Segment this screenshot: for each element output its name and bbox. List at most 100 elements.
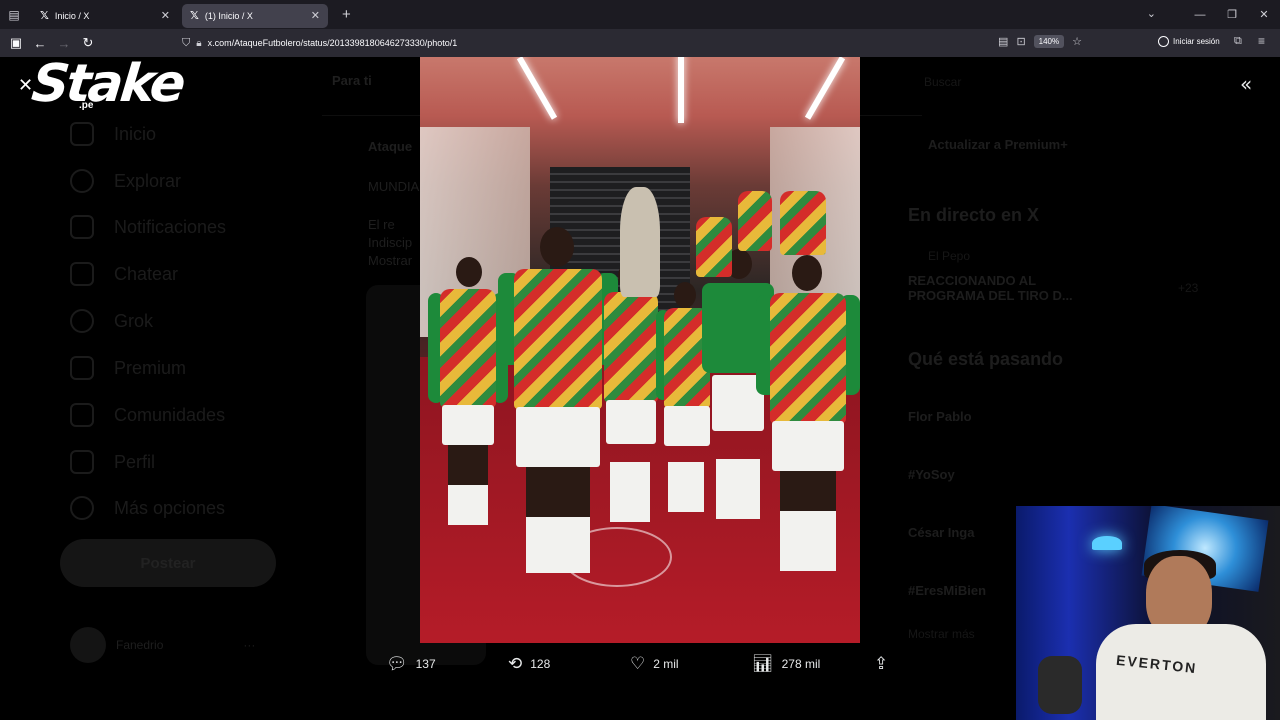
more-icon: ···: [243, 638, 256, 652]
close-tab-icon[interactable]: ✕: [311, 9, 320, 22]
more-icon: [70, 496, 94, 520]
lock-icon[interactable]: 🔒︎: [196, 38, 201, 49]
player: [738, 181, 772, 261]
player-jersey: [440, 289, 496, 407]
trend-item: Flor Pablo: [908, 409, 972, 424]
player-jersey: [738, 191, 772, 251]
reply-count: 137: [415, 657, 436, 671]
account-icon: [1158, 36, 1169, 47]
player-legs: [780, 471, 836, 511]
menu-icon[interactable]: ≡: [1258, 34, 1265, 48]
stake-logo-suffix: .pe: [79, 100, 94, 111]
new-tab-button[interactable]: +: [342, 6, 351, 23]
sign-in-button[interactable]: Iniciar sesión: [1158, 36, 1220, 47]
views-button[interactable]: 📊︎ 278 mil: [752, 654, 820, 674]
url-bar-actions: ▤ ⊡ 140% ☆: [998, 35, 1082, 48]
sidebar-item-mas-opciones: Más opciones: [70, 488, 225, 528]
player: [428, 257, 508, 547]
staff-member: [620, 187, 660, 297]
player-jersey: [696, 217, 732, 277]
forward-button[interactable]: →: [52, 36, 76, 51]
sidebar-item-perfil: Perfil: [70, 442, 155, 482]
player-socks: [448, 485, 488, 525]
people-icon: [70, 403, 94, 427]
reply-icon: 💬︎: [386, 654, 408, 674]
ceiling-lamp: [1092, 536, 1122, 550]
sidebar-item-label: Perfil: [114, 451, 156, 472]
post-photo: [420, 57, 860, 643]
microphone: [1038, 656, 1082, 714]
player: [598, 262, 664, 532]
repost-button[interactable]: ⟲ 128: [508, 654, 550, 674]
reload-button[interactable]: ↻: [76, 35, 100, 51]
view-count: 278 mil: [781, 657, 821, 671]
tab-overview-icon[interactable]: ▤: [0, 0, 28, 29]
player: [756, 255, 860, 585]
player-jersey: [780, 191, 826, 255]
sidebar-item-chatear: Chatear: [70, 254, 178, 294]
sidebar-item-label: Comunidades: [114, 404, 226, 425]
sidebar-item-grok: Grok: [70, 301, 153, 341]
player-socks: [716, 459, 760, 519]
player-head: [674, 282, 696, 308]
player-shorts: [442, 405, 494, 445]
live-host: El Pepo: [928, 249, 971, 263]
sidebar-item-label: Grok: [114, 310, 154, 331]
zoom-level[interactable]: 140%: [1033, 35, 1065, 48]
window-controls: — ❐ ✕: [1184, 0, 1280, 29]
repost-count: 128: [530, 657, 551, 671]
shield-icon[interactable]: ⛉: [182, 37, 190, 50]
player-shorts: [516, 407, 600, 467]
reply-button[interactable]: 💬︎ 137: [386, 654, 436, 674]
search-input: Buscar: [924, 75, 962, 89]
url-text[interactable]: x.com/AtaqueFutbolero/status/20133981806…: [208, 38, 458, 48]
sidebar-item-label: Explorar: [114, 170, 182, 191]
reader-view-icon[interactable]: ▤: [998, 35, 1008, 48]
share-icon: ⇪: [874, 654, 889, 674]
list-all-tabs-icon[interactable]: ⌄: [1147, 7, 1156, 20]
account-switcher: Fanedrio ···: [70, 627, 255, 663]
live-text: REACCIONANDO AL PROGRAMA DEL TIRO D...: [908, 273, 1073, 303]
webcam-overlay: EVERTON: [1016, 506, 1280, 720]
tab-inicio-active[interactable]: 𝕏 (1) Inicio / X ✕: [182, 3, 328, 28]
bell-icon: [70, 215, 94, 239]
player-shorts: [606, 400, 656, 444]
sidebar-toggle-icon[interactable]: ▣: [4, 35, 28, 51]
restore-icon[interactable]: ❐: [1216, 8, 1248, 21]
player-legs: [526, 467, 590, 517]
extensions-icon[interactable]: ⧉: [1234, 35, 1242, 48]
x-favicon-icon: 𝕏: [190, 9, 199, 22]
mail-icon: [70, 262, 94, 286]
player-socks: [610, 462, 650, 522]
player-jersey: [514, 269, 602, 409]
like-count: 2 mil: [653, 657, 679, 671]
sign-in-label: Iniciar sesión: [1173, 37, 1220, 46]
post-text: El re: [368, 217, 395, 232]
bookmark-star-icon[interactable]: ☆: [1072, 35, 1082, 48]
url-bar[interactable]: ⛉ 🔒︎ x.com/AtaqueFutbolero/status/201339…: [176, 32, 1082, 54]
sidebar-item-label: Notificaciones: [114, 216, 227, 237]
repost-icon: ⟲: [508, 654, 523, 674]
collapse-panel-icon[interactable]: «: [1240, 72, 1252, 96]
screenshot-icon[interactable]: ⊡: [1016, 35, 1025, 48]
tab-inicio[interactable]: 𝕏 Inicio / X ✕: [32, 4, 178, 28]
show-more-link: Mostrar más: [908, 627, 975, 641]
player-socks: [526, 517, 590, 573]
like-button[interactable]: ♡ 2 mil: [630, 654, 679, 674]
close-window-icon[interactable]: ✕: [1248, 8, 1280, 21]
close-tab-icon[interactable]: ✕: [161, 9, 170, 22]
trend-item: #YoSoy: [908, 467, 955, 482]
back-button[interactable]: ←: [28, 36, 52, 51]
share-button[interactable]: ⇪: [874, 654, 888, 674]
show-more-link: Mostrar: [368, 253, 413, 268]
player: [780, 177, 826, 267]
minimize-icon[interactable]: —: [1184, 9, 1216, 21]
ceiling-light: [516, 57, 558, 120]
ceiling-light: [804, 57, 846, 120]
navigation-bar: ▣ ← → ↻ ⛉ 🔒︎ x.com/AtaqueFutbolero/statu…: [0, 29, 1280, 57]
grok-icon: [70, 309, 94, 333]
home-icon: [70, 122, 94, 146]
post-actions: 💬︎ 137 ⟲ 128 ♡ 2 mil 📊︎ 278 mil ⇪: [386, 654, 906, 678]
avatar: [70, 627, 106, 663]
account-name: Fanedrio: [116, 638, 164, 652]
